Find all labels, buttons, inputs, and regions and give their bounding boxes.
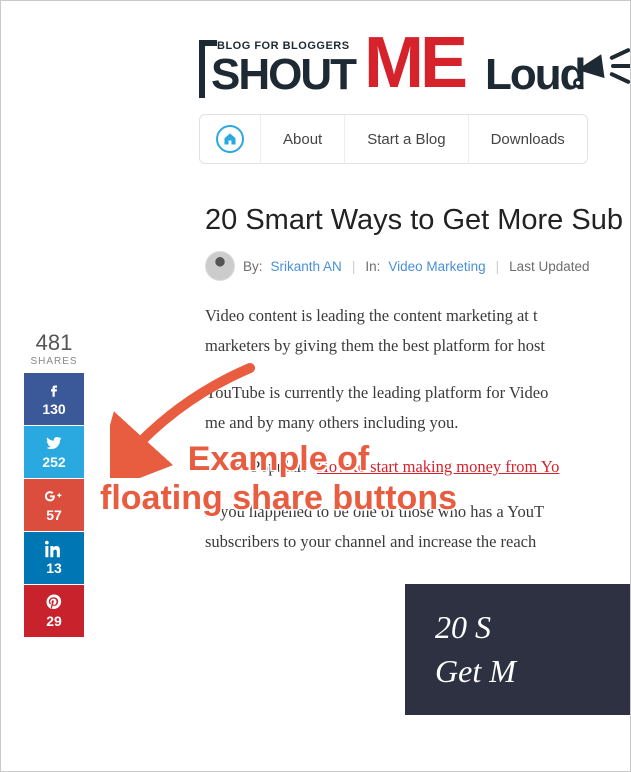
meta-separator: |: [496, 259, 500, 274]
nav-home[interactable]: [200, 115, 261, 163]
bullet-prefix: Popular:: [251, 457, 307, 477]
share-pinterest-button[interactable]: 29: [24, 585, 84, 637]
floating-share-bar: 481 SHARES 130 252 57 13 29: [24, 330, 84, 637]
banner-line1: 20 S: [435, 606, 611, 649]
author-avatar[interactable]: [205, 251, 235, 281]
updated-label: Last Updated: [509, 259, 589, 274]
banner-line2: Get M: [435, 650, 611, 693]
category-link[interactable]: Video Marketing: [388, 259, 485, 274]
share-total-count: 481: [24, 330, 84, 356]
logo-text-loud: Loud: [485, 50, 585, 100]
logo-bracket: [199, 40, 209, 98]
share-linkedin-count: 13: [24, 560, 84, 580]
share-twitter-button[interactable]: 252: [24, 426, 84, 478]
share-pinterest-count: 29: [24, 613, 84, 633]
facebook-icon: [45, 381, 63, 399]
share-facebook-button[interactable]: 130: [24, 373, 84, 425]
share-googleplus-button[interactable]: 57: [24, 479, 84, 531]
para-1a: Video content is leading the content mar…: [205, 303, 631, 329]
article-title: 20 Smart Ways to Get More Sub: [205, 204, 631, 237]
share-linkedin-button[interactable]: 13: [24, 532, 84, 584]
popular-bullet: Popular: How to start making money from …: [205, 457, 631, 477]
by-label: By:: [243, 259, 263, 274]
article-meta: By: Srikanth AN | In: Video Marketing | …: [205, 251, 631, 281]
share-googleplus-count: 57: [24, 507, 84, 527]
para-1b: marketers by giving them the best platfo…: [205, 333, 631, 359]
nav-downloads[interactable]: Downloads: [469, 115, 587, 163]
googleplus-icon: [44, 487, 64, 505]
bullet-dot-icon: [235, 464, 241, 470]
share-twitter-count: 252: [24, 454, 84, 474]
popular-link[interactable]: How to start making money from Yo: [317, 457, 559, 477]
article: 20 Smart Ways to Get More Sub By: Srikan…: [205, 204, 631, 715]
author-link[interactable]: Srikanth AN: [271, 259, 342, 274]
site-logo[interactable]: BLOG FOR BLOGGERS SHOUT ME Loud: [199, 20, 631, 100]
para-2b: me and by many others including you.: [205, 410, 631, 436]
share-total-label: SHARES: [24, 356, 84, 367]
linkedin-icon: [45, 540, 63, 558]
twitter-icon: [45, 434, 63, 452]
nav-start-blog[interactable]: Start a Blog: [345, 115, 468, 163]
in-label: In:: [365, 259, 380, 274]
pinterest-icon: [45, 593, 63, 611]
main-nav: About Start a Blog Downloads: [199, 114, 588, 164]
share-facebook-count: 130: [24, 401, 84, 421]
para-3a: If you happened to be one of those who h…: [205, 499, 631, 525]
home-icon: [216, 125, 244, 153]
featured-banner: 20 S Get M: [405, 584, 631, 714]
logo-text-me: ME: [364, 22, 464, 104]
para-3b: subscribers to your channel and increase…: [205, 529, 631, 555]
meta-separator: |: [352, 259, 356, 274]
nav-about[interactable]: About: [261, 115, 345, 163]
logo-text-shout: SHOUT: [211, 50, 355, 100]
para-2a: YouTube is currently the leading platfor…: [205, 380, 631, 406]
